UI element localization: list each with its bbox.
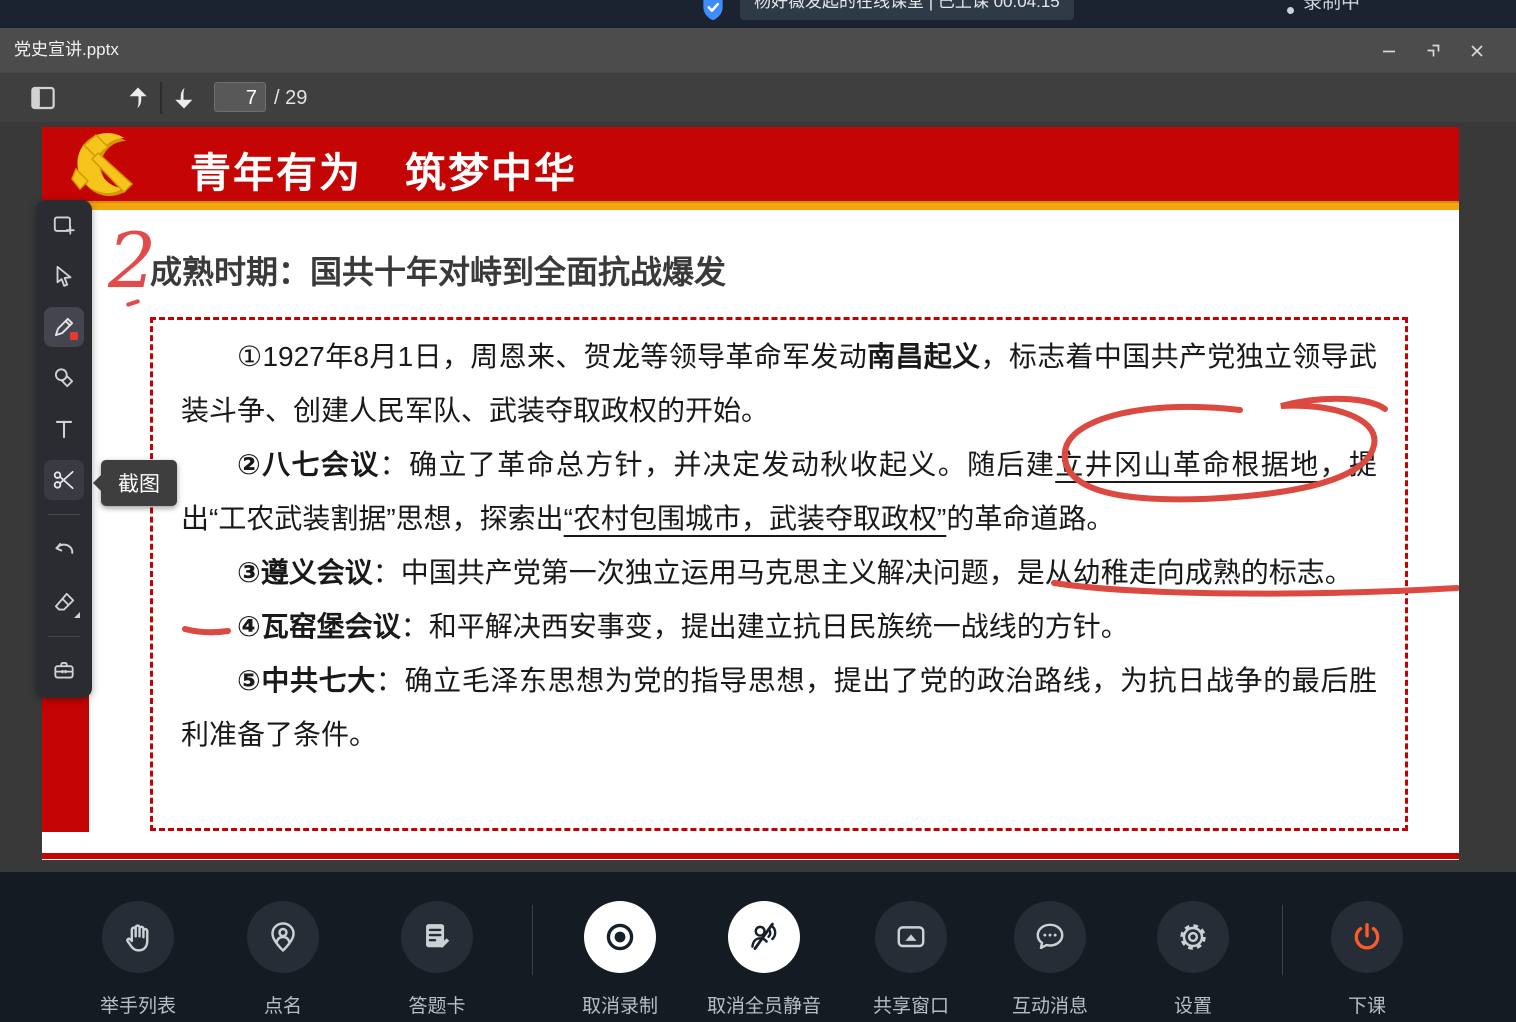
session-info: 杨好薇发起的在线课堂 | 已上课 00:04:15 [740,0,1074,20]
hand-icon [120,919,156,955]
toolbar-divider [48,636,80,637]
slide-paragraph: ②八七会议：确立了革命总方针，并决定发动秋收起义。随后建立井冈山革命根据地，提出… [181,438,1377,546]
mute-all-icon [746,919,782,955]
pen-tool-button[interactable] [44,307,84,347]
add-board-button[interactable] [44,205,84,245]
screenshot-tooltip: 截图 [101,460,177,506]
text-tool-icon [51,416,77,442]
pen-color-indicator [70,332,78,340]
restore-icon [1423,41,1443,61]
slide-viewer: 青年有为 筑梦中华 2 成熟时期：国共十年对峙到全面抗战爆发 ①1927年8月1… [0,122,1516,872]
page-total: / 29 [274,82,307,114]
meeting-status-bar: 杨好薇发起的在线课堂 | 已上课 00:04:15 录制中 [0,0,1516,28]
share-window-icon [893,919,929,955]
minimize-icon [1379,41,1399,61]
window-title-bar: 党史宣讲.pptx [0,28,1516,72]
control-bar-divider [532,905,533,975]
gear-icon [1175,919,1211,955]
close-button[interactable] [1462,39,1492,63]
eraser-tool-button[interactable] [44,582,84,622]
button-label: 点名 [203,991,363,1018]
button-label: 答题卡 [357,991,517,1018]
stop-recording-button[interactable]: 取消录制 [540,901,700,1018]
arrow-up-icon [124,84,152,112]
sidebar-toggle-button[interactable] [28,83,58,113]
page-nav-bar: 7 / 29 [0,72,1516,123]
slide-paragraph: ③遵义会议：中国共产党第一次独立运用马克思主义解决问题，是从幼稚走向成熟的标志。 [181,546,1377,600]
next-page-button[interactable] [170,84,198,112]
roll-call-button[interactable]: 点名 [203,901,363,1018]
cursor-icon [51,263,77,289]
undo-icon [51,538,77,564]
online-class-window: 杨好薇发起的在线课堂 | 已上课 00:04:15 录制中 党史宣讲.pptx [0,0,1516,1022]
answer-card-icon [419,919,455,955]
document-title: 党史宣讲.pptx [14,28,119,72]
previous-page-button[interactable] [124,84,152,112]
undo-button[interactable] [44,531,84,571]
eraser-dropdown-icon [74,612,80,618]
scissors-icon [51,467,77,493]
control-bar-divider [1282,905,1283,975]
toolbox-icon [51,657,77,683]
share-window-button[interactable]: 共享窗口 [831,901,991,1018]
settings-button[interactable]: 设置 [1113,901,1273,1018]
chat-icon [1032,919,1068,955]
security-shield-icon [698,0,728,25]
button-label: 取消全员静音 [684,991,844,1018]
sidebar-toggle-icon [28,83,58,113]
unmute-all-button[interactable]: 取消全员静音 [684,901,844,1018]
slide-bottom-bar [42,853,1459,859]
record-icon [602,919,638,955]
hand-raise-list-button[interactable]: 举手列表 [58,901,218,1018]
recording-dot-icon [1287,7,1294,14]
toolbox-button[interactable] [44,650,84,690]
slide-paragraph: ④瓦窑堡会议：和平解决西安事变，提出建立抗日民族统一战线的方针。 [181,600,1377,654]
gold-stripe [42,201,1459,210]
recording-status: 录制中 [1303,0,1360,20]
roll-call-pin-icon [265,919,301,955]
party-emblem-icon [62,129,150,199]
button-label: 共享窗口 [831,991,991,1018]
shapes-tool-button[interactable] [44,358,84,398]
slide-paragraph: ⑤中共七大：确立毛泽东思想为党的指导思想，提出了党的政治路线，为抗日战争的最后胜… [181,654,1377,762]
button-label: 下课 [1287,991,1447,1018]
answer-card-button[interactable]: 答题卡 [357,901,517,1018]
button-label: 举手列表 [58,991,218,1018]
add-board-icon [51,212,77,238]
tooltip-text: 截图 [118,468,160,498]
screenshot-tool-button[interactable] [44,460,84,500]
page-number-input[interactable]: 7 [214,82,266,112]
cursor-tool-button[interactable] [44,256,84,296]
power-icon [1349,919,1385,955]
class-control-bar: 举手列表 点名 答题卡 [0,872,1516,1022]
slide: 青年有为 筑梦中华 2 成熟时期：国共十年对峙到全面抗战爆发 ①1927年8月1… [42,127,1459,860]
text-tool-button[interactable] [44,409,84,449]
close-icon [1467,41,1487,61]
arrow-down-icon [170,84,198,112]
slide-paragraph: ①1927年8月1日，周恩来、贺龙等领导革命军发动南昌起义，标志着中国共产党独立… [181,330,1377,438]
shapes-icon [51,365,77,391]
end-class-button[interactable]: 下课 [1287,901,1447,1018]
annotation-toolbar [36,200,92,698]
toolbar-divider [48,514,80,515]
button-label: 互动消息 [970,991,1130,1018]
minimize-button[interactable] [1374,39,1404,63]
restore-button[interactable] [1418,39,1448,63]
slide-header-title: 青年有为 筑梦中华 [190,139,577,199]
button-label: 设置 [1113,991,1273,1018]
session-text: 杨好薇发起的在线课堂 | 已上课 00:04:15 [754,0,1060,11]
slide-content-box: ①1927年8月1日，周恩来、贺龙等领导革命军发动南昌起义，标志着中国共产党独立… [150,317,1408,831]
nav-divider [160,82,162,114]
section-title: 成熟时期：国共十年对峙到全面抗战爆发 [150,247,726,293]
interactive-message-button[interactable]: 互动消息 [970,901,1130,1018]
button-label: 取消录制 [540,991,700,1018]
